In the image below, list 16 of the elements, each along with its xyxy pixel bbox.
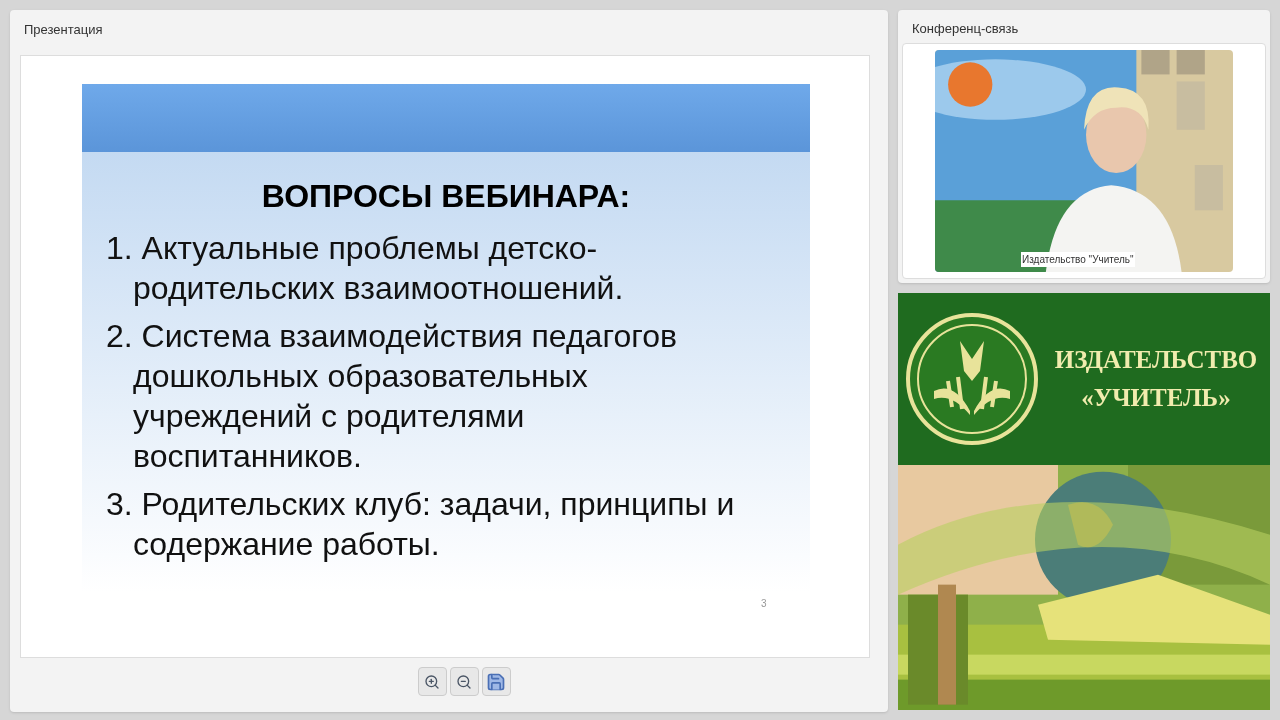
panel-title: Презентация [23, 21, 104, 39]
page-number: 3 [761, 597, 767, 611]
banner-title: ИЗДАТЕЛЬСТВО [1054, 345, 1258, 376]
panel-title: Конференц-связь [911, 20, 1020, 38]
zoom-out-button[interactable] [449, 667, 479, 696]
zoom-out-icon [456, 673, 472, 690]
save-button[interactable] [481, 667, 511, 696]
slide-list-item: 3. Родительских клуб: задачи, принципы и содержание работы. [106, 485, 736, 564]
logo-icon [904, 310, 1040, 447]
slide-list-item: 1. Актуальные проблемы детско-родительских взаимоотношений. [106, 229, 625, 308]
video-caption: Издательство "Учитель" [1021, 252, 1135, 267]
banner-subtitle: «УЧИТЕЛЬ» [1081, 382, 1231, 413]
zoom-in-icon [424, 673, 440, 690]
slide-title: ВОПРОСЫ ВЕБИНАРА: [260, 177, 632, 216]
zoom-in-button[interactable] [417, 667, 447, 696]
slide-list-item: 2. Система взаимодействия педагогов дошкольных образовательных учреждений с родителями воспитанников. [106, 317, 678, 476]
